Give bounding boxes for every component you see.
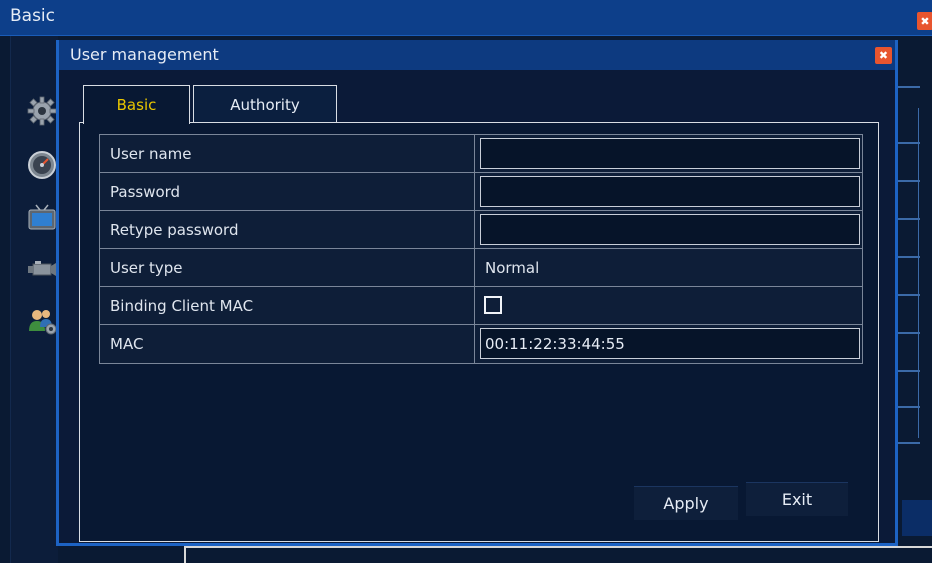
user-type-label: User type [100,249,475,286]
user-management-dialog: User management ✖ Basic Authority User n… [56,40,898,546]
user-form-table: User name Password Retype password User … [99,134,863,364]
apply-button[interactable]: Apply [634,486,738,520]
dialog-titlebar: User management ✖ [59,40,895,70]
user-name-input[interactable] [480,138,860,169]
form-row-password: Password [100,173,862,211]
outer-sidebar [10,36,58,563]
form-row-mac: MAC [100,325,862,363]
outer-titlebar: Basic ✖ [0,0,932,36]
gear-icon[interactable] [25,94,59,128]
password-label: Password [100,173,475,210]
speedometer-icon[interactable] [25,148,59,182]
tab-basic[interactable]: Basic [83,85,190,124]
exit-button[interactable]: Exit [746,482,848,516]
outer-right-panel [898,86,920,446]
users-settings-icon[interactable] [25,304,59,338]
binding-mac-label: Binding Client MAC [100,287,475,324]
camera-icon[interactable] [25,252,59,286]
password-input[interactable] [480,176,860,207]
user-type-value[interactable]: Normal [475,249,862,286]
tab-authority[interactable]: Authority [193,85,337,123]
form-row-user-name: User name [100,135,862,173]
mac-cell [475,325,862,363]
retype-password-label: Retype password [100,211,475,248]
binding-mac-checkbox[interactable] [484,296,502,314]
outer-partial-button [902,500,932,536]
password-cell [475,173,862,210]
outer-bottom-divider [184,546,932,548]
mac-label: MAC [100,325,475,363]
mac-input[interactable] [480,328,860,359]
form-row-user-type: User type Normal [100,249,862,287]
outer-window-title: Basic [10,6,56,26]
binding-mac-cell [475,287,862,324]
form-row-retype-password: Retype password [100,211,862,249]
user-name-cell [475,135,862,172]
retype-password-input[interactable] [480,214,860,245]
monitor-icon[interactable] [25,200,59,234]
retype-password-cell [475,211,862,248]
user-name-label: User name [100,135,475,172]
dialog-close-icon[interactable]: ✖ [875,47,892,64]
form-row-binding-mac: Binding Client MAC [100,287,862,325]
dialog-title: User management [70,45,219,64]
outer-bottom-divider-vertical [184,545,186,563]
outer-close-icon[interactable]: ✖ [917,12,932,30]
